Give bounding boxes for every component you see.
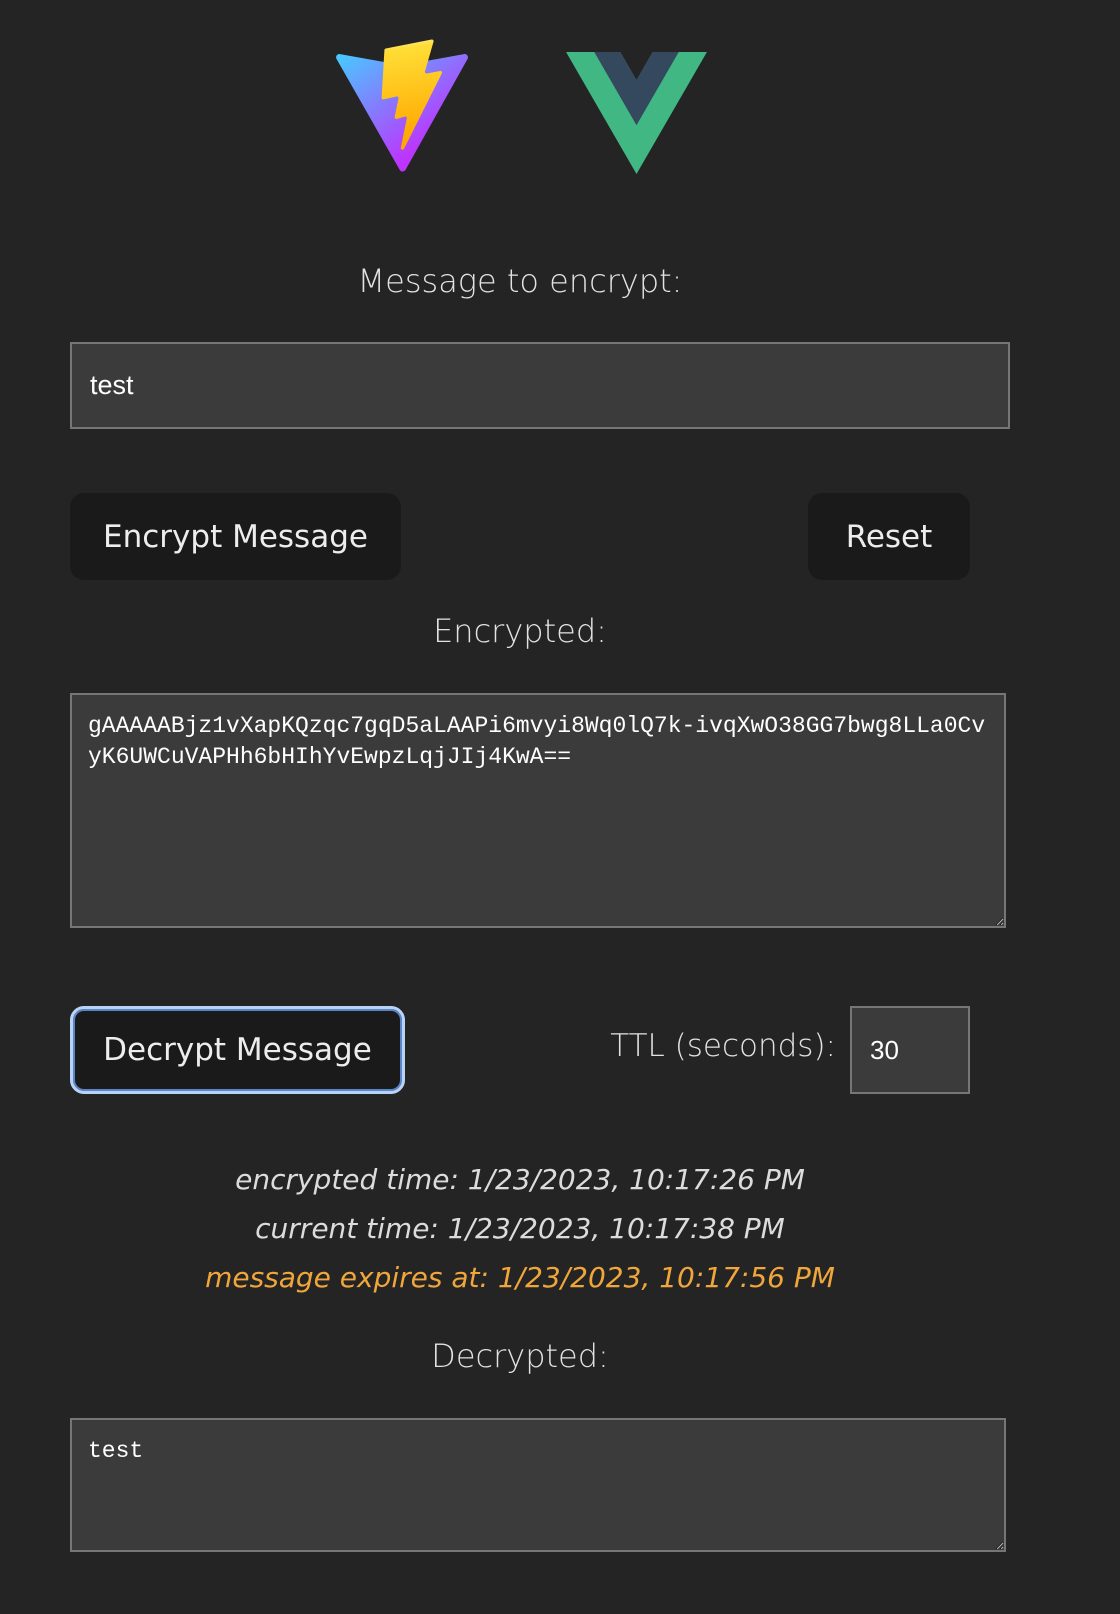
current-time-text: current time: 1/23/2023, 10:17:38 PM xyxy=(255,1212,785,1245)
reset-button[interactable]: Reset xyxy=(808,493,970,580)
decrypted-label: Decrypted: xyxy=(431,1337,609,1375)
decrypted-textarea[interactable]: test xyxy=(70,1418,1006,1552)
ttl-label: TTL (seconds): xyxy=(610,1028,836,1064)
vite-logo-icon xyxy=(333,38,471,176)
encrypted-textarea[interactable]: gAAAAABjz1vXapKQzqc7gqD5aLAAPi6mvyi8Wq0l… xyxy=(70,693,1006,928)
encrypted-label: Encrypted: xyxy=(433,612,607,650)
encrypt-message-button[interactable]: Encrypt Message xyxy=(70,493,401,580)
expires-at-text: message expires at: 1/23/2023, 10:17:56 … xyxy=(205,1261,835,1294)
decrypt-message-button[interactable]: Decrypt Message xyxy=(70,1006,405,1094)
message-to-encrypt-label: Message to encrypt: xyxy=(357,262,683,300)
vue-logo-icon xyxy=(566,52,707,174)
ttl-input[interactable] xyxy=(850,1006,970,1094)
message-input[interactable] xyxy=(70,342,1010,429)
encrypted-time-text: encrypted time: 1/23/2023, 10:17:26 PM xyxy=(235,1163,805,1196)
